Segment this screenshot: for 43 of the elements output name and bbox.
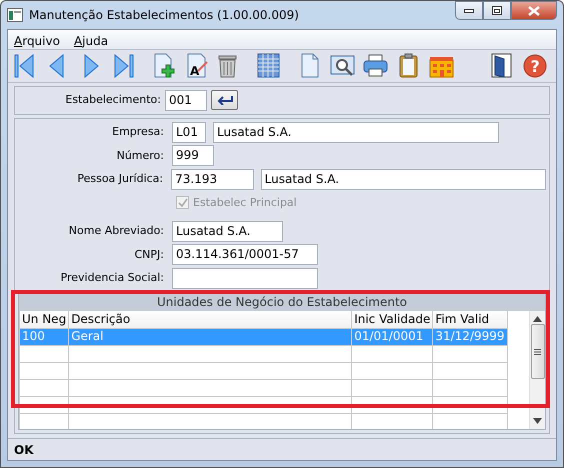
table-cell: 100 (20, 328, 69, 345)
menu-item[interactable]: Arquivo (14, 32, 60, 46)
input-field[interactable]: 001 (165, 90, 207, 110)
input-field[interactable]: Lusatad S.A. (172, 220, 283, 242)
app-icon (7, 8, 23, 22)
close-icon (528, 6, 540, 16)
checkbox-label: Estabelec Principal (193, 194, 297, 210)
enter-icon (216, 95, 234, 105)
column-header[interactable]: Descrição (68, 311, 352, 328)
scroll-up-icon[interactable] (533, 316, 542, 322)
input-field[interactable]: 03.114.361/0001-57 (172, 244, 318, 266)
column-header[interactable]: Un Neg (20, 311, 69, 328)
table-cell: Geral (68, 328, 352, 345)
input-field[interactable]: 999 (172, 145, 214, 166)
minimize-icon (464, 8, 474, 12)
field-label: Pessoa Jurídica: (76, 171, 164, 187)
field-label: Número: (116, 148, 165, 164)
input-field[interactable]: Lusatad S.A. (260, 168, 546, 190)
window-title: Manutenção Estabelecimentos (1.00.00.009) (29, 6, 299, 24)
field-label: Estabelecimento: (64, 92, 162, 108)
column-header[interactable]: Inic Validade (352, 311, 433, 328)
status-text: OK (14, 443, 34, 457)
field-label: Previdencia Social: (60, 270, 165, 286)
maximize-button[interactable] (483, 1, 511, 20)
column-header[interactable]: Fim Valid (432, 311, 508, 328)
restore-icon (492, 6, 502, 15)
scroll-thumb[interactable] (530, 324, 544, 379)
grid-title: Unidades de Negócio do Estabelecimento (19, 293, 545, 311)
scrollbar[interactable] (529, 311, 545, 429)
field-label: Nome Abreviado: (68, 223, 165, 239)
close-button[interactable] (511, 1, 557, 20)
table-cell: 01/01/0001 (352, 328, 433, 345)
menu-item[interactable]: Ajuda (74, 32, 108, 46)
table-cell: 31/12/9999 (432, 328, 508, 345)
field-label: Empresa: (111, 124, 165, 140)
input-field[interactable]: Lusatad S.A. (213, 122, 499, 143)
minimize-button[interactable] (455, 1, 483, 20)
scroll-down-icon[interactable] (533, 418, 542, 424)
input-field[interactable] (172, 268, 318, 289)
input-field[interactable]: L01 (172, 122, 206, 143)
enter-button[interactable] (211, 90, 238, 110)
field-label: CNPJ: (134, 246, 165, 262)
input-field[interactable]: 73.193 (171, 168, 254, 190)
